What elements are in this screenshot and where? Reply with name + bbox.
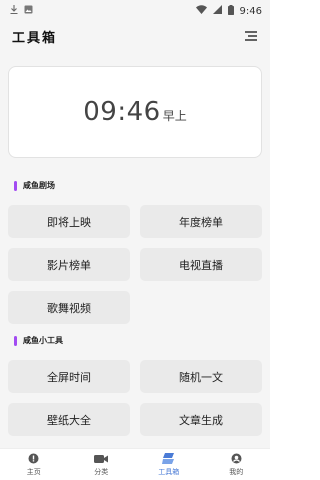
tab-label: 我的 bbox=[229, 467, 244, 476]
video-icon bbox=[94, 453, 109, 465]
image-icon bbox=[24, 5, 33, 17]
status-bar: 9:46 bbox=[0, 0, 270, 22]
tab-category[interactable]: 分类 bbox=[71, 453, 131, 477]
home-icon bbox=[27, 453, 41, 465]
tool-button-annual-chart[interactable]: 年度榜单 bbox=[140, 205, 262, 238]
battery-icon bbox=[227, 4, 234, 18]
tool-button-upcoming[interactable]: 即将上映 bbox=[8, 205, 130, 238]
tool-button-fullscreen-time[interactable]: 全屏时间 bbox=[8, 360, 130, 393]
app-header: 工具箱 bbox=[0, 22, 270, 50]
section-header-theater: 咸鱼剧场 bbox=[14, 180, 55, 191]
tab-label: 分类 bbox=[94, 467, 109, 476]
bottom-tab-bar: 主页 分类 工具箱 我的 bbox=[0, 448, 270, 480]
tool-button-movie-chart[interactable]: 影片榜单 bbox=[8, 248, 130, 281]
download-icon bbox=[10, 5, 18, 17]
toolbox-icon bbox=[161, 453, 176, 465]
page-title: 工具箱 bbox=[12, 30, 58, 46]
section-accent-bar bbox=[14, 180, 17, 191]
profile-icon bbox=[229, 453, 243, 465]
menu-icon[interactable] bbox=[244, 29, 258, 43]
wifi-icon bbox=[195, 5, 207, 17]
tool-button-tv-live[interactable]: 电视直播 bbox=[140, 248, 262, 281]
section-title: 咸鱼剧场 bbox=[23, 181, 55, 190]
tool-button-dance-video[interactable]: 歌舞视频 bbox=[8, 291, 130, 324]
tab-label: 主页 bbox=[26, 467, 41, 476]
tab-profile[interactable]: 我的 bbox=[206, 453, 266, 477]
status-time: 9:46 bbox=[239, 5, 262, 17]
main-content: 09:46 早上 咸鱼剧场 即将上映 年度榜单 影片榜单 电视直播 歌舞视频 咸… bbox=[0, 50, 270, 448]
section-header-tools: 咸鱼小工具 bbox=[14, 335, 63, 346]
tab-toolbox[interactable]: 工具箱 bbox=[139, 453, 199, 477]
tool-button-random-article[interactable]: 随机一文 bbox=[140, 360, 262, 393]
section-title: 咸鱼小工具 bbox=[23, 336, 63, 345]
clock-time: 09:46 bbox=[83, 97, 161, 127]
clock-period: 早上 bbox=[162, 108, 187, 123]
section-accent-bar bbox=[14, 335, 17, 346]
tab-label: 工具箱 bbox=[158, 467, 180, 476]
tool-button-wallpapers[interactable]: 壁纸大全 bbox=[8, 403, 130, 436]
tab-home[interactable]: 主页 bbox=[4, 453, 64, 477]
signal-icon bbox=[212, 5, 222, 17]
clock-card: 09:46 早上 bbox=[8, 66, 262, 158]
tool-button-article-generator[interactable]: 文章生成 bbox=[140, 403, 262, 436]
